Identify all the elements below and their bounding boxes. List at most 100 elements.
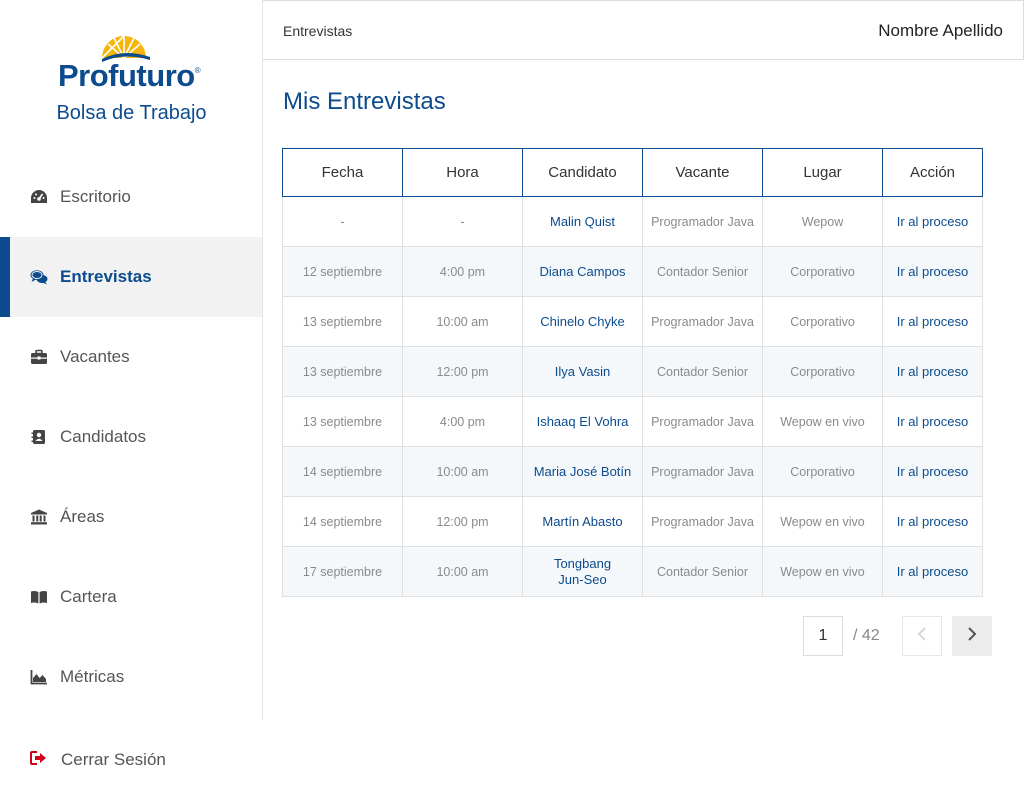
cell-vacante: Programador Java bbox=[642, 196, 763, 247]
cell-candidato[interactable]: Martín Abasto bbox=[522, 496, 643, 547]
sidebar-item-entrevistas[interactable]: Entrevistas bbox=[0, 237, 262, 317]
next-page-button[interactable] bbox=[952, 616, 992, 656]
book-icon bbox=[30, 588, 48, 606]
chevron-right-icon bbox=[967, 626, 977, 647]
cell-candidato[interactable]: Tongbang Jun-Seo bbox=[522, 546, 643, 597]
cell-lugar: Wepow bbox=[762, 196, 883, 247]
sidebar-item-areas[interactable]: Áreas bbox=[0, 477, 262, 557]
cell-accion: Ir al proceso bbox=[882, 446, 983, 497]
cell-accion: Ir al proceso bbox=[882, 296, 983, 347]
cell-hora: 10:00 am bbox=[402, 546, 523, 597]
logout-button[interactable]: Cerrar Sesión bbox=[0, 720, 263, 800]
sidebar-item-label: Escritorio bbox=[60, 187, 131, 206]
go-to-process-link[interactable]: Ir al proceso bbox=[897, 564, 969, 579]
sidebar-item-label: Vacantes bbox=[60, 347, 130, 366]
sidebar-item-metricas[interactable]: Métricas bbox=[0, 637, 262, 717]
candidate-name: Tongbang Jun-Seo bbox=[553, 555, 612, 587]
column-header-hora[interactable]: Hora bbox=[402, 148, 523, 197]
briefcase-icon bbox=[30, 348, 48, 366]
go-to-process-link[interactable]: Ir al proceso bbox=[897, 464, 969, 479]
sidebar-item-escritorio[interactable]: Escritorio bbox=[0, 157, 262, 237]
cell-hora: 12:00 pm bbox=[402, 496, 523, 547]
table-header-row: Fecha Hora Candidato Vacante Lugar Acció… bbox=[282, 148, 983, 197]
cell-hora: 4:00 pm bbox=[402, 396, 523, 447]
cell-hora: 4:00 pm bbox=[402, 246, 523, 297]
profuturo-sun-logo bbox=[101, 35, 150, 62]
cell-lugar: Wepow en vivo bbox=[762, 546, 883, 597]
table-row: 13 septiembre 12:00 pm Ilya Vasin Contad… bbox=[282, 346, 983, 397]
cell-accion: Ir al proceso bbox=[882, 396, 983, 447]
cell-lugar: Wepow en vivo bbox=[762, 496, 883, 547]
table-row: 13 septiembre 10:00 am Chinelo Chyke Pro… bbox=[282, 296, 983, 347]
cell-vacante: Contador Senior bbox=[642, 546, 763, 597]
table-row: 17 septiembre 10:00 am Tongbang Jun-Seo … bbox=[282, 546, 983, 597]
sidebar-item-label: Entrevistas bbox=[60, 267, 152, 286]
cell-hora: 12:00 pm bbox=[402, 346, 523, 397]
sidebar-item-label: Métricas bbox=[60, 667, 125, 686]
cell-candidato[interactable]: Diana Campos bbox=[522, 246, 643, 297]
sidebar-item-label: Candidatos bbox=[60, 427, 147, 446]
cell-fecha: - bbox=[282, 196, 403, 247]
profuturo-logo-text: Profuturo® bbox=[58, 58, 201, 93]
column-header-accion[interactable]: Acción bbox=[882, 148, 983, 197]
cell-lugar: Corporativo bbox=[762, 246, 883, 297]
interviews-table: Fecha Hora Candidato Vacante Lugar Acció… bbox=[282, 148, 983, 597]
cell-hora: 10:00 am bbox=[402, 446, 523, 497]
contact-book-icon bbox=[30, 428, 48, 446]
cell-lugar: Wepow en vivo bbox=[762, 396, 883, 447]
sidebar-nav: Escritorio Entrevistas Vacantes Candidat… bbox=[0, 157, 263, 720]
cell-candidato[interactable]: Ishaaq El Vohra bbox=[522, 396, 643, 447]
chevron-left-icon bbox=[917, 626, 927, 647]
sidebar-item-vacantes[interactable]: Vacantes bbox=[0, 317, 262, 397]
cell-fecha: 14 septiembre bbox=[282, 446, 403, 497]
area-chart-icon bbox=[30, 668, 48, 686]
table-row: 12 septiembre 4:00 pm Diana Campos Conta… bbox=[282, 246, 983, 297]
go-to-process-link[interactable]: Ir al proceso bbox=[897, 414, 969, 429]
cell-vacante: Contador Senior bbox=[642, 246, 763, 297]
column-header-fecha[interactable]: Fecha bbox=[282, 148, 403, 197]
page-title: Mis Entrevistas bbox=[283, 88, 446, 115]
sidebar-item-candidatos[interactable]: Candidatos bbox=[0, 397, 262, 477]
column-header-lugar[interactable]: Lugar bbox=[762, 148, 883, 197]
cell-candidato[interactable]: Malin Quist bbox=[522, 196, 643, 247]
user-name[interactable]: Nombre Apellido bbox=[878, 21, 1003, 41]
go-to-process-link[interactable]: Ir al proceso bbox=[897, 514, 969, 529]
table-row: - - Malin Quist Programador Java Wepow I… bbox=[282, 196, 983, 247]
cell-accion: Ir al proceso bbox=[882, 246, 983, 297]
cell-vacante: Programador Java bbox=[642, 446, 763, 497]
dashboard-icon bbox=[30, 188, 48, 206]
cell-fecha: 14 septiembre bbox=[282, 496, 403, 547]
cell-accion: Ir al proceso bbox=[882, 546, 983, 597]
sign-out-icon bbox=[30, 750, 48, 770]
cell-vacante: Programador Java bbox=[642, 396, 763, 447]
page-number-input[interactable] bbox=[803, 616, 843, 656]
cell-hora: 10:00 am bbox=[402, 296, 523, 347]
go-to-process-link[interactable]: Ir al proceso bbox=[897, 364, 969, 379]
cell-vacante: Programador Java bbox=[642, 496, 763, 547]
column-header-candidato[interactable]: Candidato bbox=[522, 148, 643, 197]
cell-candidato[interactable]: Maria José Botín bbox=[522, 446, 643, 497]
cell-vacante: Contador Senior bbox=[642, 346, 763, 397]
cell-candidato[interactable]: Ilya Vasin bbox=[522, 346, 643, 397]
cell-lugar: Corporativo bbox=[762, 296, 883, 347]
previous-page-button[interactable] bbox=[902, 616, 942, 656]
cell-fecha: 12 septiembre bbox=[282, 246, 403, 297]
column-header-vacante[interactable]: Vacante bbox=[642, 148, 763, 197]
cell-fecha: 13 septiembre bbox=[282, 346, 403, 397]
cell-hora: - bbox=[402, 196, 523, 247]
go-to-process-link[interactable]: Ir al proceso bbox=[897, 314, 969, 329]
bank-icon bbox=[30, 508, 48, 526]
cell-lugar: Corporativo bbox=[762, 346, 883, 397]
go-to-process-link[interactable]: Ir al proceso bbox=[897, 264, 969, 279]
table-row: 13 septiembre 4:00 pm Ishaaq El Vohra Pr… bbox=[282, 396, 983, 447]
cell-candidato[interactable]: Chinelo Chyke bbox=[522, 296, 643, 347]
cell-fecha: 13 septiembre bbox=[282, 396, 403, 447]
cell-fecha: 17 septiembre bbox=[282, 546, 403, 597]
cell-accion: Ir al proceso bbox=[882, 346, 983, 397]
sidebar-item-cartera[interactable]: Cartera bbox=[0, 557, 262, 637]
sidebar-item-label: Áreas bbox=[60, 507, 105, 526]
cell-accion: Ir al proceso bbox=[882, 496, 983, 547]
cell-accion: Ir al proceso bbox=[882, 196, 983, 247]
cell-vacante: Programador Java bbox=[642, 296, 763, 347]
go-to-process-link[interactable]: Ir al proceso bbox=[897, 214, 969, 229]
